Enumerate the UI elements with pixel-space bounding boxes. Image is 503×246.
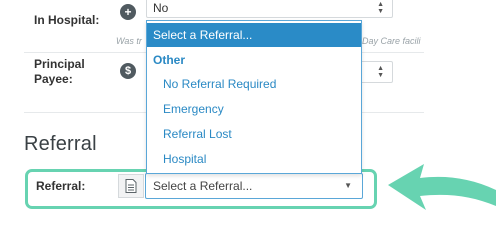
dropdown-option-referral-lost[interactable]: Referral Lost: [147, 122, 361, 146]
dropdown-option-no-referral[interactable]: No Referral Required: [147, 72, 361, 96]
document-icon: [118, 174, 144, 198]
in-hospital-value: No: [153, 0, 169, 15]
in-hospital-hint-left: Was tr: [116, 36, 142, 46]
in-hospital-select[interactable]: No ▲ ▼: [146, 0, 393, 18]
principal-payee-label-line1: Principal: [34, 57, 85, 71]
pointer-arrow-icon: [388, 164, 496, 210]
dollar-icon: $: [120, 63, 136, 79]
dropdown-option-hospital[interactable]: Hospital: [147, 147, 361, 171]
referral-label: Referral:: [36, 179, 86, 193]
plus-icon: +: [120, 4, 136, 20]
dropdown-option-selected[interactable]: Select a Referral...: [147, 23, 361, 47]
referral-select[interactable]: Select a Referral... ▼: [145, 173, 363, 199]
caret-down-icon: ▼: [344, 181, 352, 190]
principal-payee-label-line2: Payee:: [34, 72, 73, 86]
updown-icon: ▲ ▼: [377, 0, 384, 15]
referral-dropdown[interactable]: Select a Referral... Other No Referral R…: [146, 20, 362, 174]
referral-select-placeholder: Select a Referral...: [153, 179, 253, 193]
referral-section-title: Referral: [24, 133, 97, 155]
in-hospital-label: In Hospital:: [34, 13, 100, 27]
in-hospital-hint-right: Day Care facili: [362, 36, 421, 46]
updown-icon: ▲ ▼: [377, 65, 384, 79]
dropdown-option-emergency[interactable]: Emergency: [147, 97, 361, 121]
dropdown-group-other: Other: [153, 53, 186, 67]
